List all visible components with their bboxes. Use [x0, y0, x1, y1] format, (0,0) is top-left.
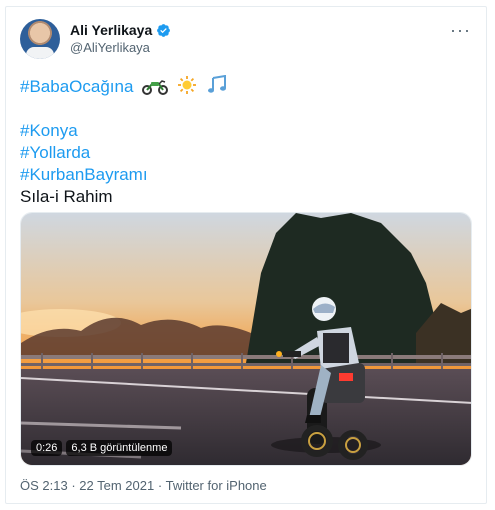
tweet-meta: ÖS 2:13 · 22 Tem 2021 · Twitter for iPho… — [20, 477, 267, 495]
video-view-count: 6,3 B görüntülenme — [66, 440, 173, 456]
meta-separator: · — [71, 478, 76, 493]
hashtag-babaocagina[interactable]: #BabaOcağına — [20, 77, 133, 96]
author-names: Ali Yerlikaya @AliYerlikaya — [70, 21, 171, 57]
motorcycle-icon — [142, 79, 169, 95]
video-badges: 0:26 6,3 B görüntülenme — [31, 440, 173, 456]
author-display-name-text[interactable]: Ali Yerlikaya — [70, 21, 152, 39]
avatar[interactable] — [20, 19, 60, 59]
more-options-icon[interactable]: ··· — [450, 21, 470, 41]
author-handle[interactable]: @AliYerlikaya — [70, 39, 171, 57]
video-player[interactable]: 0:26 6,3 B görüntülenme — [20, 212, 472, 466]
tweet-card: Ali Yerlikaya @AliYerlikaya ··· #BabaOca… — [5, 6, 487, 504]
music-notes-icon — [206, 75, 228, 95]
hashtag-konya[interactable]: #Konya — [20, 120, 472, 142]
meta-separator: · — [157, 478, 163, 493]
video-duration: 0:26 — [31, 440, 63, 456]
sun-icon — [177, 75, 197, 95]
hashtag-kurbanbayrami[interactable]: #KurbanBayramı — [20, 164, 472, 186]
tweet-header: Ali Yerlikaya @AliYerlikaya ··· — [20, 19, 474, 67]
verified-badge-icon — [157, 23, 171, 37]
tweet-date[interactable]: 22 Tem 2021 — [79, 478, 154, 493]
tweet-line-1: #BabaOcağına — [20, 75, 472, 98]
hashtag-yollarda[interactable]: #Yollarda — [20, 142, 472, 164]
tweet-line-sila-i-rahim: Sıla-i Rahim — [20, 187, 113, 206]
tweet-time[interactable]: ÖS 2:13 — [20, 478, 68, 493]
tweet-source[interactable]: Twitter for iPhone — [166, 478, 267, 493]
tweet-text: #BabaOcağına #Konya #Yollarda #KurbanBay… — [20, 75, 472, 208]
tweet-line-gap — [20, 98, 472, 120]
video-thumbnail[interactable] — [21, 213, 472, 466]
author-display-name[interactable]: Ali Yerlikaya — [70, 21, 171, 39]
